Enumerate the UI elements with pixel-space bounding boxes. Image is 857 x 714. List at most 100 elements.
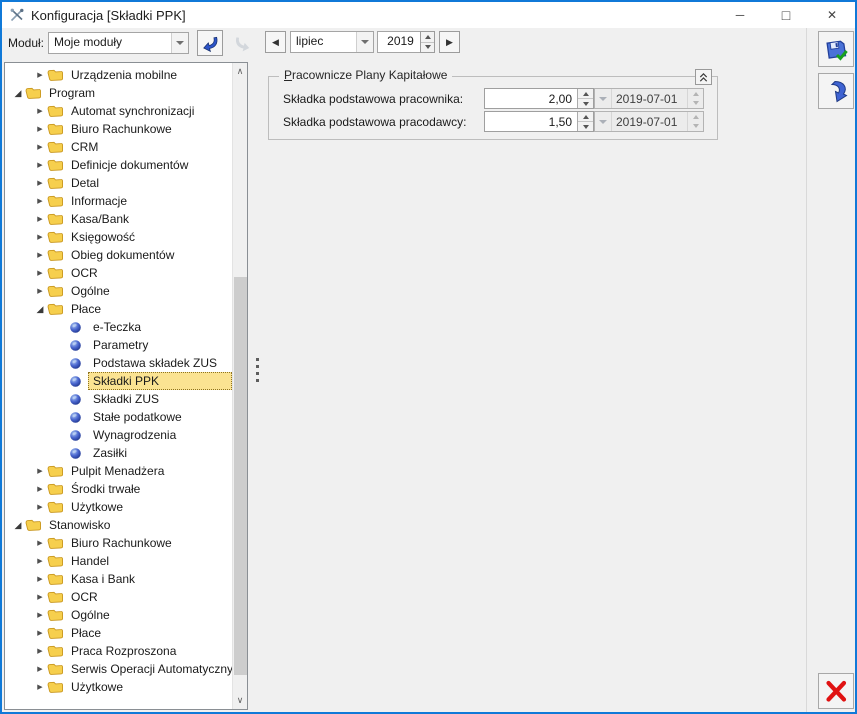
tree-item-detal[interactable]: ▶ Detal bbox=[5, 174, 232, 192]
tree-expander-icon[interactable]: ▶ bbox=[33, 125, 47, 133]
save-button[interactable] bbox=[818, 31, 854, 67]
tree-item-label[interactable]: e-Teczka bbox=[88, 318, 146, 336]
tree-item-parametry[interactable]: Parametry bbox=[5, 336, 232, 354]
employee-contribution-spinner[interactable] bbox=[577, 89, 593, 108]
tree-expander-icon[interactable]: ▶ bbox=[33, 161, 47, 169]
close-button[interactable]: ✕ bbox=[809, 2, 855, 28]
tree-item-ocr[interactable]: ▶ OCR bbox=[5, 264, 232, 282]
tree-expander-icon[interactable]: ▶ bbox=[33, 179, 47, 187]
tree-expander-icon[interactable]: ▶ bbox=[33, 539, 47, 547]
year-spinner[interactable] bbox=[420, 31, 435, 53]
tree-item-ogólne[interactable]: ▶ Ogólne bbox=[5, 606, 232, 624]
tree-expander-icon[interactable]: ▶ bbox=[33, 611, 47, 619]
tree-item-serwis-operacji-automatycznych[interactable]: ▶ Serwis Operacji Automatycznych bbox=[5, 660, 232, 678]
tree-item-biuro-rachunkowe[interactable]: ▶ Biuro Rachunkowe bbox=[5, 120, 232, 138]
tree-item-label[interactable]: OCR bbox=[66, 264, 103, 282]
tree-item-label[interactable]: Detal bbox=[66, 174, 104, 192]
tree-item-program[interactable]: ◢ Program bbox=[5, 84, 232, 102]
cancel-button[interactable] bbox=[818, 673, 854, 709]
prev-month-button[interactable]: ◀ bbox=[265, 31, 286, 53]
tree-item-label[interactable]: Kasa/Bank bbox=[66, 210, 134, 228]
tree-item-ogólne[interactable]: ▶ Ogólne bbox=[5, 282, 232, 300]
tree-item-label[interactable]: Praca Rozproszona bbox=[66, 642, 181, 660]
spinner-up-icon[interactable] bbox=[578, 112, 593, 122]
spinner-down-icon[interactable] bbox=[578, 122, 593, 131]
tree-item-label[interactable]: Urządzenia mobilne bbox=[66, 66, 182, 84]
tree-item-label[interactable]: Księgowość bbox=[66, 228, 140, 246]
undo-button[interactable] bbox=[818, 73, 854, 109]
tree-expander-icon[interactable]: ◢ bbox=[33, 304, 47, 315]
tree-expander-icon[interactable]: ▶ bbox=[33, 143, 47, 151]
tree-item-label[interactable]: Stanowisko bbox=[44, 516, 115, 534]
tree-item-płace[interactable]: ▶ Płace bbox=[5, 624, 232, 642]
tree-expander-icon[interactable]: ▶ bbox=[33, 683, 47, 691]
tree-expander-icon[interactable]: ▶ bbox=[33, 503, 47, 511]
scrollbar-up-button[interactable]: ∧ bbox=[233, 63, 247, 80]
tree-item-label[interactable]: Obieg dokumentów bbox=[66, 246, 179, 264]
month-combobox-dropdown[interactable] bbox=[356, 32, 373, 52]
tree-expander-icon[interactable]: ▶ bbox=[33, 233, 47, 241]
collapse-group-button[interactable] bbox=[695, 69, 712, 85]
tree-item-kasa-i-bank[interactable]: ▶ Kasa i Bank bbox=[5, 570, 232, 588]
spinner-down-icon[interactable] bbox=[421, 43, 434, 53]
tree-expander-icon[interactable]: ▶ bbox=[33, 215, 47, 223]
tree-item-użytkowe[interactable]: ▶ Użytkowe bbox=[5, 498, 232, 516]
tree-expander-icon[interactable]: ▶ bbox=[33, 557, 47, 565]
tree-item-label[interactable]: Użytkowe bbox=[66, 678, 128, 696]
tree-expander-icon[interactable]: ◢ bbox=[11, 88, 25, 99]
tree-item-wynagrodzenia[interactable]: Wynagrodzenia bbox=[5, 426, 232, 444]
tree-item-label[interactable]: Zasiłki bbox=[88, 444, 132, 462]
tree-item-środki-trwałe[interactable]: ▶ Środki trwałe bbox=[5, 480, 232, 498]
prev-module-button[interactable] bbox=[197, 30, 223, 56]
tree-item-label[interactable]: Podstawa składek ZUS bbox=[88, 354, 222, 372]
tree-expander-icon[interactable]: ▶ bbox=[33, 467, 47, 475]
tree-expander-icon[interactable]: ▶ bbox=[33, 71, 47, 79]
scrollbar-down-button[interactable]: ∨ bbox=[233, 692, 247, 709]
tree-item-label[interactable]: CRM bbox=[66, 138, 103, 156]
tree-item-automat-synchronizacji[interactable]: ▶ Automat synchronizacji bbox=[5, 102, 232, 120]
tree-item-składki-zus[interactable]: Składki ZUS bbox=[5, 390, 232, 408]
splitter-handle[interactable] bbox=[255, 358, 260, 392]
tree-item-definicje-dokumentów[interactable]: ▶ Definicje dokumentów bbox=[5, 156, 232, 174]
module-combobox-dropdown[interactable] bbox=[171, 33, 188, 53]
tree-item-label[interactable]: Składki PPK bbox=[88, 372, 232, 390]
tree-expander-icon[interactable]: ▶ bbox=[33, 665, 47, 673]
employer-contribution-input[interactable]: 1,50 bbox=[484, 111, 594, 132]
tree-item-handel[interactable]: ▶ Handel bbox=[5, 552, 232, 570]
year-field[interactable]: 2019 bbox=[377, 31, 420, 53]
tree-item-informacje[interactable]: ▶ Informacje bbox=[5, 192, 232, 210]
tree-item-kasa-bank[interactable]: ▶ Kasa/Bank bbox=[5, 210, 232, 228]
tree-expander-icon[interactable]: ▶ bbox=[33, 575, 47, 583]
minimize-button[interactable]: ─ bbox=[717, 2, 763, 28]
module-combobox[interactable]: Moje moduły bbox=[48, 32, 189, 54]
tree-item-label[interactable]: Stałe podatkowe bbox=[88, 408, 187, 426]
tree-item-praca-rozproszona[interactable]: ▶ Praca Rozproszona bbox=[5, 642, 232, 660]
tree-expander-icon[interactable]: ◢ bbox=[11, 520, 25, 531]
tree-item-label[interactable]: Kasa i Bank bbox=[66, 570, 140, 588]
tree-item-biuro-rachunkowe[interactable]: ▶ Biuro Rachunkowe bbox=[5, 534, 232, 552]
tree-item-księgowość[interactable]: ▶ Księgowość bbox=[5, 228, 232, 246]
tree-item-urządzenia-mobilne[interactable]: ▶ Urządzenia mobilne bbox=[5, 66, 232, 84]
next-month-button[interactable]: ▶ bbox=[439, 31, 460, 53]
tree-item-label[interactable]: Ogólne bbox=[66, 606, 115, 624]
tree-item-składki-ppk[interactable]: Składki PPK bbox=[5, 372, 232, 390]
tree-item-label[interactable]: Biuro Rachunkowe bbox=[66, 120, 177, 138]
tree-item-ocr[interactable]: ▶ OCR bbox=[5, 588, 232, 606]
tree-expander-icon[interactable]: ▶ bbox=[33, 647, 47, 655]
tree-item-stanowisko[interactable]: ◢ Stanowisko bbox=[5, 516, 232, 534]
tree-expander-icon[interactable]: ▶ bbox=[33, 287, 47, 295]
tree-item-label[interactable]: Handel bbox=[66, 552, 114, 570]
spinner-up-icon[interactable] bbox=[421, 32, 434, 43]
tree-item-label[interactable]: Płace bbox=[66, 624, 106, 642]
tree-item-label[interactable]: Środki trwałe bbox=[66, 480, 145, 498]
employer-contribution-spinner[interactable] bbox=[577, 112, 593, 131]
month-combobox[interactable]: lipiec bbox=[290, 31, 374, 53]
tree-item-e-teczka[interactable]: e-Teczka bbox=[5, 318, 232, 336]
tree-expander-icon[interactable]: ▶ bbox=[33, 593, 47, 601]
tree-item-label[interactable]: Automat synchronizacji bbox=[66, 102, 199, 120]
tree-expander-icon[interactable]: ▶ bbox=[33, 197, 47, 205]
tree-item-płace[interactable]: ◢ Płace bbox=[5, 300, 232, 318]
tree-scrollbar[interactable]: ∧ ∨ bbox=[232, 63, 247, 709]
next-module-button[interactable] bbox=[229, 30, 255, 56]
tree-item-crm[interactable]: ▶ CRM bbox=[5, 138, 232, 156]
